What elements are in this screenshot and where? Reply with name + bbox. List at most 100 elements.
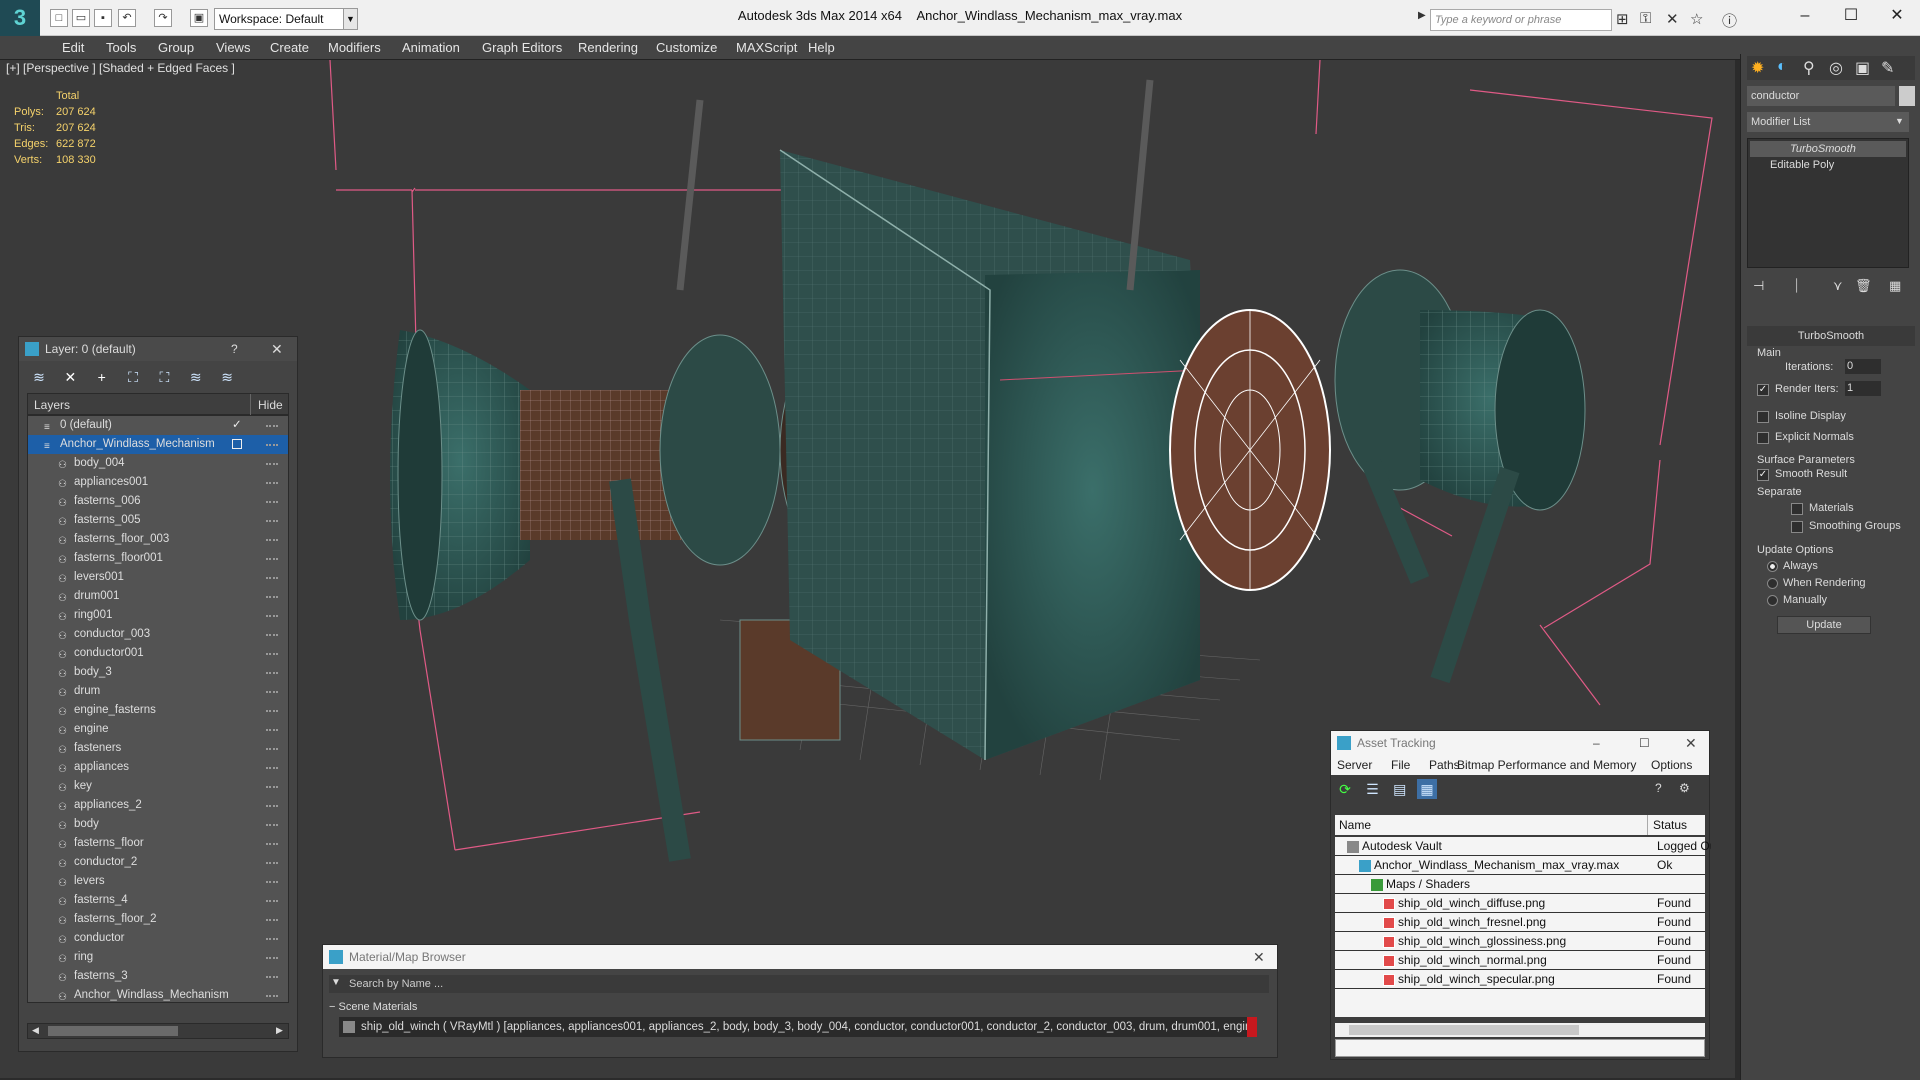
layer-help-button[interactable]: ? [231,337,238,361]
layer-row[interactable]: ⚇ appliances_2 [28,796,288,815]
utilities-tab-icon[interactable]: ✎ [1881,58,1894,78]
modify-tab-icon[interactable]: ◐ [1777,58,1787,76]
menu-create[interactable]: Create [264,36,315,60]
object-color-swatch[interactable] [1899,86,1915,106]
hide-column-header[interactable]: Hide [258,398,283,412]
asset-status-column[interactable]: Status [1653,815,1687,835]
close-icon[interactable]: ✕ [1685,731,1697,755]
turbosmooth-rollout-header[interactable]: TurboSmooth [1747,326,1915,346]
hide-toggle[interactable] [266,672,278,674]
chevron-down-icon[interactable]: ▼ [1895,116,1904,126]
hide-toggle[interactable] [266,425,278,427]
hide-toggle[interactable] [266,577,278,579]
layer-row[interactable]: ⚇ fasterns_floor_003 [28,530,288,549]
asset-menu-paths[interactable]: Paths [1429,755,1460,775]
hide-toggle[interactable] [266,748,278,750]
search-expand-icon[interactable]: ▶ [1418,10,1428,28]
render-iters-checkbox[interactable]: ✓ [1757,384,1769,396]
layer-visibility-toggle[interactable] [232,439,242,449]
favorites-star-icon[interactable]: ☆ [1690,10,1703,28]
freeze-all-layers-icon[interactable]: ≋ [217,367,237,387]
hide-toggle[interactable] [266,862,278,864]
asset-row[interactable]: ship_old_winch_diffuse.png Found [1335,894,1705,913]
hide-toggle[interactable] [266,900,278,902]
asset-row[interactable]: Autodesk Vault Logged Ou [1335,837,1711,856]
smooth-result-checkbox[interactable]: ✓ [1757,469,1769,481]
thumbnail-view-icon[interactable]: ▤ [1390,779,1410,799]
minimize-icon[interactable]: – [1782,0,1828,32]
hide-toggle[interactable] [266,976,278,978]
stack-item-turbosmooth[interactable]: TurboSmooth [1750,141,1906,157]
menu-views[interactable]: Views [210,36,256,60]
asset-row[interactable]: ship_old_winch_normal.png Found [1335,951,1705,970]
communication-icon[interactable]: ✕ [1666,10,1679,28]
scroll-left-icon[interactable]: ◀ [32,1025,39,1036]
asset-path-field[interactable] [1335,1039,1705,1057]
layer-row[interactable]: ⚇ appliances [28,758,288,777]
active-layer-check-icon[interactable]: ✓ [232,416,242,435]
hide-toggle[interactable] [266,881,278,883]
asset-row[interactable]: Anchor_Windlass_Mechanism_max_vray.max Ok [1335,856,1705,875]
layer-row[interactable]: ⚇ conductor_2 [28,853,288,872]
hide-toggle[interactable] [266,786,278,788]
layer-row[interactable]: ⚇ body_3 [28,663,288,682]
layer-row[interactable]: ≡ Anchor_Windlass_Mechanism [28,435,288,454]
hide-toggle[interactable] [266,691,278,693]
menu-group[interactable]: Group [152,36,200,60]
hide-toggle[interactable] [266,444,278,446]
layer-row[interactable]: ⚇ fasterns_floor [28,834,288,853]
isoline-display-checkbox[interactable] [1757,411,1769,423]
hierarchy-tab-icon[interactable]: ⚲ [1803,58,1815,78]
hide-toggle[interactable] [266,634,278,636]
key-icon[interactable]: ⚿ [1640,10,1651,27]
layer-row[interactable]: ⚇ fasterns_4 [28,891,288,910]
scrollbar-thumb[interactable] [1349,1025,1579,1035]
make-unique-icon[interactable]: ⋎ [1833,278,1843,294]
hide-toggle[interactable] [266,805,278,807]
hide-toggle[interactable] [266,729,278,731]
display-tab-icon[interactable]: ▣ [1855,58,1870,78]
layer-row[interactable]: ⚇ fasterns_floor001 [28,549,288,568]
highlight-layer-icon[interactable]: ⛶ [154,367,174,387]
layer-row[interactable]: ⚇ Anchor_Windlass_Mechanism [28,986,288,1002]
asset-menu-bitmap-performance[interactable]: Bitmap Performance and Memory [1457,755,1636,775]
search-options-icon[interactable]: ▼ [331,977,341,988]
refresh-icon[interactable]: ⟳ [1335,779,1355,799]
asset-menu-file[interactable]: File [1391,755,1410,775]
layer-row[interactable]: ⚇ conductor [28,929,288,948]
hide-toggle[interactable] [266,596,278,598]
layer-row[interactable]: ⚇ fasterns_006 [28,492,288,511]
materials-checkbox[interactable] [1791,503,1803,515]
maximize-icon[interactable]: ☐ [1828,0,1874,32]
add-to-layer-icon[interactable]: + [92,367,112,387]
layer-row[interactable]: ⚇ appliances001 [28,473,288,492]
layer-row[interactable]: ≡ 0 (default) ✓ [28,416,288,435]
layer-row[interactable]: ⚇ ring001 [28,606,288,625]
menu-rendering[interactable]: Rendering [572,36,644,60]
scroll-right-icon[interactable]: ▶ [276,1025,283,1036]
scene-materials-group[interactable]: − Scene Materials [329,1001,417,1013]
layer-row[interactable]: ⚇ conductor_003 [28,625,288,644]
material-browser-title-bar[interactable]: Material/Map Browser ✕ [323,945,1277,969]
help-icon[interactable]: ⓘ [1722,10,1737,31]
layer-row[interactable]: ⚇ body_004 [28,454,288,473]
modifier-list-dropdown[interactable]: Modifier List [1747,112,1909,132]
hide-toggle[interactable] [266,539,278,541]
menu-graph-editors[interactable]: Graph Editors [476,36,568,60]
layer-row[interactable]: ⚇ levers [28,872,288,891]
layer-row[interactable]: ⚇ levers001 [28,568,288,587]
menu-modifiers[interactable]: Modifiers [322,36,387,60]
show-end-result-icon[interactable]: ⏐ [1793,278,1800,294]
menu-edit[interactable]: Edit [56,36,90,60]
hide-all-layers-icon[interactable]: ≋ [186,367,206,387]
layer-row[interactable]: ⚇ fasterns_005 [28,511,288,530]
stack-item-editable-poly[interactable]: Editable Poly [1750,157,1906,173]
render-iters-spinner[interactable]: 1 [1845,381,1881,396]
settings-icon[interactable]: ⚙ [1679,781,1690,795]
menu-tools[interactable]: Tools [100,36,142,60]
create-tab-icon[interactable]: ✹ [1751,58,1764,78]
object-name-field[interactable]: conductor [1747,86,1895,106]
layer-row[interactable]: ⚇ engine_fasterns [28,701,288,720]
menu-animation[interactable]: Animation [396,36,466,60]
hide-toggle[interactable] [266,843,278,845]
